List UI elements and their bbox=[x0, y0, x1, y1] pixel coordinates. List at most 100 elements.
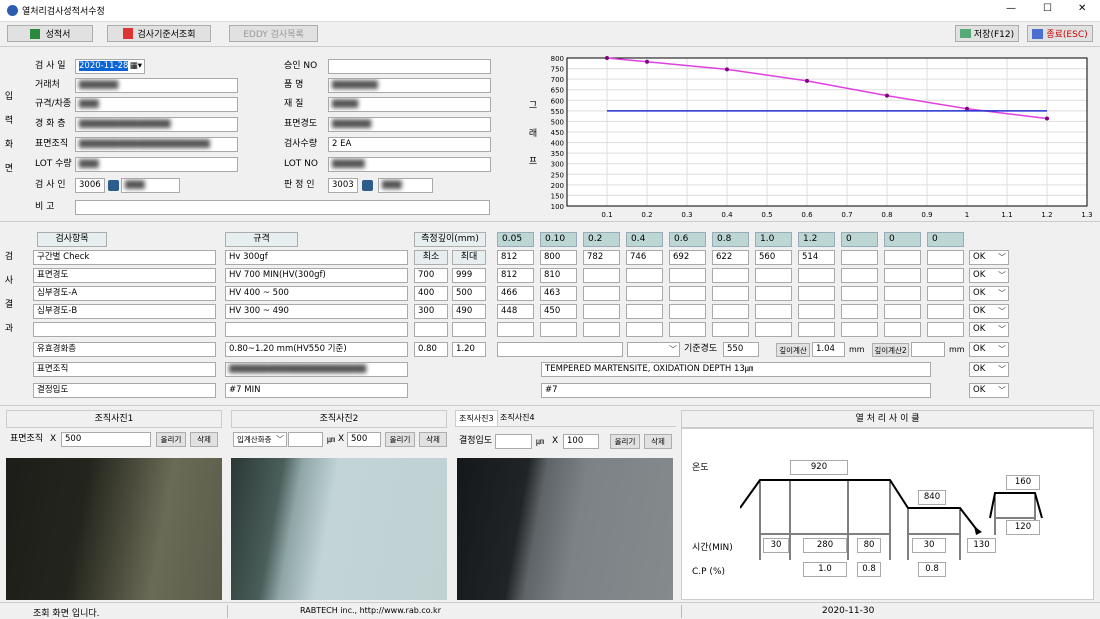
cycle-time2[interactable]: 280 bbox=[803, 538, 847, 553]
row-value[interactable] bbox=[927, 322, 964, 337]
cycle-temp1[interactable]: 920 bbox=[790, 460, 848, 475]
row-value[interactable] bbox=[755, 322, 792, 337]
eff-ok-select[interactable]: OK ﹀ bbox=[969, 342, 1009, 357]
row-value[interactable] bbox=[841, 322, 878, 337]
row-value[interactable]: 800 bbox=[540, 250, 577, 265]
row-value[interactable] bbox=[884, 286, 921, 301]
row-ok-select[interactable]: OK ﹀ bbox=[969, 322, 1009, 337]
note-field[interactable] bbox=[75, 200, 490, 215]
row-min[interactable]: 400 bbox=[414, 286, 448, 301]
row-value[interactable]: 514 bbox=[798, 250, 835, 265]
row-value[interactable]: 812 bbox=[497, 250, 534, 265]
photo3-delete-button[interactable]: 삭제 bbox=[644, 434, 672, 449]
cycle-cp3[interactable]: 0.8 bbox=[918, 562, 946, 577]
row-ok-select[interactable]: OK ﹀ bbox=[969, 268, 1009, 283]
exit-button[interactable]: 종료(ESC) bbox=[1027, 25, 1093, 42]
row-value[interactable] bbox=[540, 322, 577, 337]
cycle-time5[interactable]: 130 bbox=[967, 538, 996, 553]
row-value[interactable] bbox=[669, 286, 706, 301]
row-value[interactable] bbox=[626, 268, 663, 283]
surf-result[interactable]: TEMPERED MARTENSITE, OXIDATION DEPTH 13㎛ bbox=[541, 362, 931, 377]
row-value[interactable] bbox=[841, 268, 878, 283]
eff-spec[interactable]: 0.80~1.20 mm(HV550 기준) bbox=[225, 342, 408, 357]
photo1-delete-button[interactable]: 삭제 bbox=[190, 432, 218, 447]
row-value[interactable] bbox=[927, 250, 964, 265]
row-value[interactable]: 692 bbox=[669, 250, 706, 265]
row-value[interactable]: 560 bbox=[755, 250, 792, 265]
calc-depth-button[interactable]: 깊이계산 bbox=[776, 343, 810, 357]
row-value[interactable]: 812 bbox=[497, 268, 534, 283]
eff-min[interactable]: 0.80 bbox=[414, 342, 448, 357]
grain-item[interactable]: 결정입도 bbox=[33, 383, 216, 398]
cycle-time6[interactable]: 120 bbox=[1006, 520, 1040, 535]
row-value[interactable] bbox=[927, 304, 964, 319]
row-value[interactable] bbox=[755, 268, 792, 283]
tab-photo3[interactable]: 조직사진3 bbox=[455, 410, 498, 427]
row-min[interactable] bbox=[414, 322, 448, 337]
inspector-name[interactable]: ▇▇▇ bbox=[121, 178, 180, 193]
row-value[interactable]: 448 bbox=[497, 304, 534, 319]
calc-depth2-field[interactable] bbox=[911, 342, 945, 357]
calc-depth2-button[interactable]: 깊이계산2 bbox=[872, 343, 909, 357]
cycle-time3[interactable]: 80 bbox=[857, 538, 881, 553]
photo2-delete-button[interactable]: 삭제 bbox=[419, 432, 447, 447]
row-value[interactable]: 622 bbox=[712, 250, 749, 265]
row-value[interactable] bbox=[712, 322, 749, 337]
judge-code[interactable]: 3003 bbox=[328, 178, 358, 193]
row-value[interactable] bbox=[927, 286, 964, 301]
surf-spec[interactable]: ▇▇▇▇▇▇▇▇▇▇▇▇▇▇▇▇▇▇▇▇▇ bbox=[225, 362, 408, 377]
judge-name[interactable]: ▇▇▇ bbox=[378, 178, 433, 193]
photo1-mag[interactable]: 500 bbox=[61, 432, 151, 447]
grain-spec[interactable]: #7 MIN bbox=[225, 383, 408, 398]
date-picker[interactable]: 2020-11-28 ▦▾ bbox=[75, 59, 145, 74]
minimize-button[interactable]: — bbox=[1006, 3, 1016, 14]
row-ok-select[interactable]: OK ﹀ bbox=[969, 250, 1009, 265]
standard-button[interactable]: 검사기준서조회 bbox=[107, 25, 211, 42]
row-max[interactable]: 500 bbox=[452, 286, 486, 301]
row-value[interactable] bbox=[669, 322, 706, 337]
row-value[interactable] bbox=[884, 250, 921, 265]
row-value[interactable] bbox=[626, 304, 663, 319]
row-spec[interactable]: HV 300 ~ 490 bbox=[225, 304, 408, 319]
row-item[interactable]: 심부경도-A bbox=[33, 286, 216, 301]
row-max[interactable]: 490 bbox=[452, 304, 486, 319]
surf-ok-select[interactable]: OK ﹀ bbox=[969, 362, 1009, 377]
save-button[interactable]: 저장(F12) bbox=[955, 25, 1019, 42]
cycle-cp1[interactable]: 1.0 bbox=[803, 562, 847, 577]
inspector-code[interactable]: 3006 bbox=[75, 178, 105, 193]
row-value[interactable] bbox=[669, 304, 706, 319]
lot-qty-field[interactable]: ▇▇▇ bbox=[75, 157, 238, 172]
row-spec[interactable]: Hv 300gf bbox=[225, 250, 408, 265]
row-value[interactable]: 782 bbox=[583, 250, 620, 265]
photo2-mag[interactable]: 500 bbox=[347, 432, 381, 447]
surf-item[interactable]: 표면조직 bbox=[33, 362, 216, 377]
row-value[interactable]: 466 bbox=[497, 286, 534, 301]
person-search-icon[interactable] bbox=[108, 180, 119, 191]
row-value[interactable] bbox=[712, 286, 749, 301]
row-value[interactable] bbox=[583, 268, 620, 283]
row-value[interactable] bbox=[497, 322, 534, 337]
row-value[interactable] bbox=[755, 286, 792, 301]
row-value[interactable] bbox=[798, 322, 835, 337]
row-item[interactable]: 표면경도 bbox=[33, 268, 216, 283]
row-value[interactable] bbox=[712, 304, 749, 319]
grain-result[interactable]: #7 bbox=[541, 383, 931, 398]
photo1-upload-button[interactable]: 올리기 bbox=[156, 432, 186, 447]
row-min[interactable]: 300 bbox=[414, 304, 448, 319]
qty-field[interactable]: 2 EA bbox=[328, 137, 491, 152]
row-item[interactable]: 심부경도-B bbox=[33, 304, 216, 319]
row-value[interactable] bbox=[841, 304, 878, 319]
row-value[interactable] bbox=[841, 286, 878, 301]
cycle-cp2[interactable]: 0.8 bbox=[857, 562, 881, 577]
lotno-field[interactable]: ▇▇▇▇▇ bbox=[328, 157, 491, 172]
row-value[interactable]: 450 bbox=[540, 304, 577, 319]
cycle-temp3[interactable]: 160 bbox=[1006, 475, 1040, 490]
eff-max[interactable]: 1.20 bbox=[452, 342, 486, 357]
row-value[interactable] bbox=[884, 322, 921, 337]
row-ok-select[interactable]: OK ﹀ bbox=[969, 304, 1009, 319]
row-value[interactable] bbox=[755, 304, 792, 319]
photo2-upload-button[interactable]: 올리기 bbox=[385, 432, 415, 447]
eddy-button[interactable]: EDDY 검사목록 bbox=[229, 25, 318, 42]
row-value[interactable] bbox=[884, 268, 921, 283]
customer-field[interactable]: ▇▇▇▇▇▇ bbox=[75, 78, 238, 93]
